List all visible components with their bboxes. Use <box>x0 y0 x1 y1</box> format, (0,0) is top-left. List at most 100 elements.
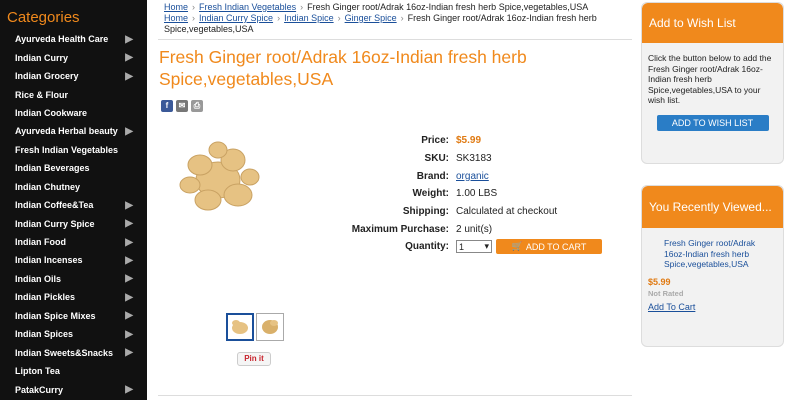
sidebar-item-label: Ayurveda Herbal beauty <box>15 126 118 137</box>
category-list: Ayurveda Health Care ▶ Indian Curry ▶ Indian… <box>0 30 147 399</box>
pin-it-button[interactable]: Pin it <box>237 352 271 366</box>
sidebar-item[interactable]: Indian Oils ▶ <box>0 270 147 288</box>
sidebar-item-label: Indian Curry <box>15 52 69 63</box>
recently-viewed-panel: You Recently Viewed... Fresh Ginger root… <box>641 185 784 347</box>
sidebar-item[interactable]: Indian Curry Spice ▶ <box>0 214 147 232</box>
chevron-right-icon: ▶ <box>125 347 133 359</box>
sidebar-item-label: Rice & Flour <box>15 89 69 100</box>
recently-viewed-title: You Recently Viewed... <box>642 186 783 228</box>
sku-value: SK3183 <box>456 153 492 165</box>
quantity-label: Quantity: <box>405 241 449 253</box>
weight-label: Weight: <box>412 188 449 200</box>
breadcrumb-current: Fresh Ginger root/Adrak 16oz-Indian fres… <box>307 2 589 12</box>
wishlist-title: Add to Wish List <box>642 3 783 43</box>
chevron-right-icon: ▶ <box>125 33 133 45</box>
sidebar-item[interactable]: Indian Grocery ▶ <box>0 67 147 85</box>
sidebar-item-label: Indian Beverages <box>15 163 90 174</box>
sidebar-item[interactable]: Indian Chutney <box>0 178 147 196</box>
sidebar-item[interactable]: Lipton Tea <box>0 362 147 380</box>
chevron-right-icon: ▶ <box>125 291 133 303</box>
sku-label: SKU: <box>424 153 449 165</box>
sidebar-item-label: Indian Coffee&Tea <box>15 200 94 211</box>
product-image[interactable] <box>168 125 268 225</box>
product-main: Home › Fresh Indian Vegetables › Fresh Ginge… <box>158 0 632 400</box>
sidebar-item[interactable]: Indian Sweets&Snacks ▶ <box>0 343 147 361</box>
brand-label: Brand: <box>416 170 449 182</box>
chevron-right-icon: ▶ <box>125 236 133 248</box>
recent-product-link[interactable]: Fresh Ginger root/Adrak 16oz-Indian fres… <box>648 228 768 270</box>
add-to-cart-label: ADD TO CART <box>525 241 587 252</box>
sidebar-item-label: Indian Grocery <box>15 71 79 82</box>
sidebar-item[interactable]: Indian Pickles ▶ <box>0 288 147 306</box>
sidebar-item[interactable]: Rice & Flour <box>0 85 147 103</box>
sidebar-item[interactable]: Indian Food ▶ <box>0 233 147 251</box>
thumbnail[interactable] <box>226 313 254 341</box>
sidebar-item-label: Indian Oils <box>15 273 62 284</box>
sidebar-item-label: Indian Spices <box>15 329 74 340</box>
sidebar-item[interactable]: Indian Coffee&Tea ▶ <box>0 196 147 214</box>
share-icons: f ✉ ⎙ <box>161 100 203 112</box>
product-title: Fresh Ginger root/Adrak 16oz-Indian fres… <box>159 47 527 89</box>
add-to-wishlist-button[interactable]: ADD TO WISH LIST <box>656 114 769 131</box>
thumbnail[interactable] <box>256 313 284 341</box>
sidebar-item-label: Indian Incenses <box>15 255 83 266</box>
sidebar-item-label: Ayurveda Health Care <box>15 34 109 45</box>
sidebar-item-label: Indian Chutney <box>15 181 80 192</box>
breadcrumb-link[interactable]: Home <box>164 2 188 12</box>
sidebar-item-label: PatakCurry <box>15 384 64 395</box>
sidebar-item-label: Indian Curry Spice <box>15 218 95 229</box>
sidebar-item[interactable]: Fresh Indian Vegetables <box>0 141 147 159</box>
categories-title: Categories <box>7 9 80 26</box>
chevron-right-icon: ▶ <box>125 273 133 285</box>
chevron-right-icon: ▶ <box>125 384 133 396</box>
sidebar-item[interactable]: Ayurveda Herbal beauty ▶ <box>0 122 147 140</box>
breadcrumb-link[interactable]: Home <box>164 13 188 23</box>
add-to-cart-button[interactable]: 🛒 ADD TO CART <box>496 239 602 255</box>
chevron-right-icon: ▶ <box>125 328 133 340</box>
chevron-right-icon: ▶ <box>125 310 133 322</box>
sidebar-item[interactable]: Indian Spices ▶ <box>0 325 147 343</box>
weight-value: 1.00 LBS <box>456 188 498 200</box>
recent-price: $5.99 <box>648 276 671 287</box>
product-details: Price: $5.99 SKU: SK3183 Brand: organic Wei… <box>338 132 628 256</box>
breadcrumb-1: Home › Fresh Indian Vegetables › Fresh Ginge… <box>164 2 589 12</box>
sidebar-item-label: Indian Food <box>15 237 66 248</box>
wishlist-text: Click the button below to add the Fresh … <box>648 53 772 105</box>
sidebar-item-label: Fresh Indian Vegetables <box>15 144 119 155</box>
sidebar-item[interactable]: PatakCurry ▶ <box>0 380 147 398</box>
chevron-down-icon: ▾ <box>484 241 489 252</box>
breadcrumb-2: Home › Indian Curry Spice › Indian Spice › Gin… <box>164 13 597 34</box>
wishlist-panel: Add to Wish List Click the button below … <box>641 2 784 164</box>
brand-link[interactable]: organic <box>456 171 489 182</box>
sidebar-item[interactable]: Indian Incenses ▶ <box>0 251 147 269</box>
sidebar-item[interactable]: Indian Beverages <box>0 159 147 177</box>
sidebar-item[interactable]: Indian Curry ▶ <box>0 48 147 66</box>
shipping-value: Calculated at checkout <box>456 206 558 218</box>
sidebar-item-label: Indian Spice Mixes <box>15 310 96 321</box>
chevron-right-icon: ▶ <box>125 218 133 230</box>
chevron-right-icon: ▶ <box>125 199 133 211</box>
cart-icon: 🛒 <box>511 241 523 252</box>
price-value: $5.99 <box>456 135 482 147</box>
breadcrumb-link[interactable]: Indian Spice <box>284 13 334 23</box>
email-icon[interactable]: ✉ <box>176 100 188 112</box>
print-icon[interactable]: ⎙ <box>191 100 203 112</box>
price-label: Price: <box>421 135 449 147</box>
max-purchase-value: 2 unit(s) <box>456 223 493 235</box>
recent-rating: Not Rated <box>648 289 684 298</box>
facebook-icon[interactable]: f <box>161 100 173 112</box>
chevron-right-icon: ▶ <box>125 70 133 82</box>
sidebar-item[interactable]: Ayurveda Health Care ▶ <box>0 30 147 48</box>
chevron-right-icon: ▶ <box>125 125 133 137</box>
sidebar-item-label: Indian Cookware <box>15 107 88 118</box>
chevron-right-icon: ▶ <box>125 52 133 64</box>
sidebar-item[interactable]: Indian Cookware <box>0 104 147 122</box>
breadcrumb-link[interactable]: Indian Curry Spice <box>199 13 273 23</box>
recent-add-to-cart-link[interactable]: Add To Cart <box>648 300 777 313</box>
breadcrumb-link[interactable]: Fresh Indian Vegetables <box>199 2 296 12</box>
sidebar-item-label: Lipton Tea <box>15 366 60 377</box>
quantity-select[interactable]: 1 ▾ <box>456 240 492 254</box>
breadcrumb-link[interactable]: Ginger Spice <box>345 13 397 23</box>
sidebar-item[interactable]: Indian Spice Mixes ▶ <box>0 307 147 325</box>
shipping-label: Shipping: <box>402 206 449 218</box>
